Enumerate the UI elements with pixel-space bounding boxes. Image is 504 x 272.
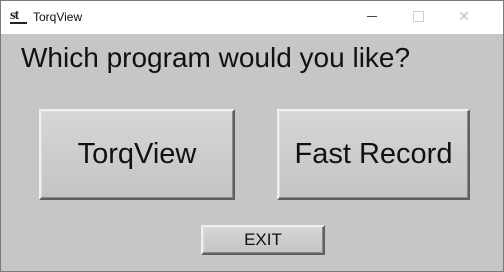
main-panel: Which program would you like? TorqView F…: [1, 34, 503, 271]
window-title: TorqView: [33, 10, 83, 24]
st-logo-icon: st: [10, 9, 28, 25]
maximize-button[interactable]: [395, 1, 441, 31]
exit-button[interactable]: EXIT: [201, 225, 325, 255]
torqview-button[interactable]: TorqView: [39, 109, 235, 200]
title-bar[interactable]: st TorqView ✕: [1, 1, 503, 34]
minimize-button[interactable]: [349, 1, 395, 31]
maximize-icon: [413, 11, 424, 22]
prompt-question: Which program would you like?: [21, 42, 411, 73]
fast-record-button[interactable]: Fast Record: [277, 109, 470, 200]
close-button[interactable]: ✕: [441, 1, 487, 31]
close-icon: ✕: [458, 8, 470, 24]
app-window: st TorqView ✕ Which program would you li…: [0, 0, 504, 272]
minimize-icon: [367, 16, 377, 17]
